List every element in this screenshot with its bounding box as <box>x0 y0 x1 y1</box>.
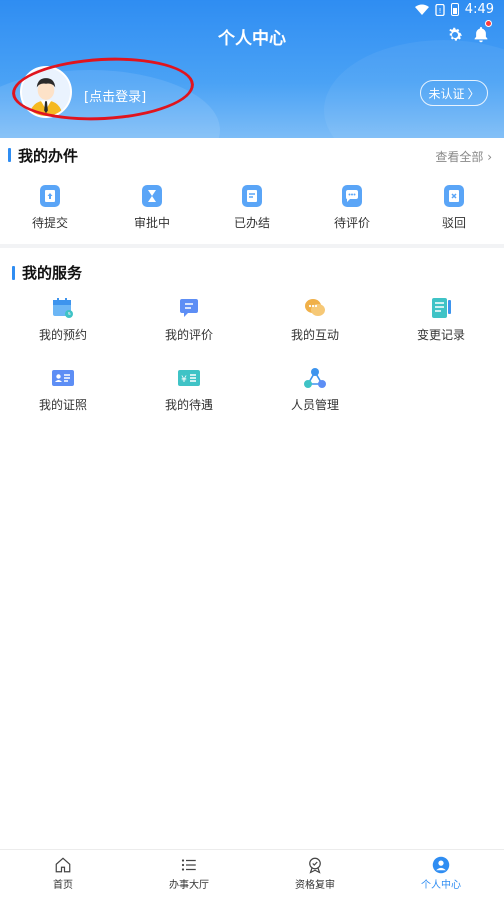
reject-doc-icon <box>442 184 466 208</box>
benefit-icon: ¥ <box>177 366 201 390</box>
status-bar: ! 4:49 <box>0 0 504 20</box>
page-title: 个人中心 <box>218 29 286 49</box>
status-time: 4:49 <box>464 2 494 17</box>
bell-icon[interactable] <box>472 25 490 44</box>
list-icon <box>181 859 196 871</box>
notification-dot <box>485 20 492 27</box>
affair-item-in-review[interactable]: 审批中 <box>128 184 176 231</box>
people-network-icon <box>303 366 327 390</box>
chevron-right-icon: 〉 <box>467 86 480 101</box>
nav-profile[interactable]: 个人中心 <box>378 850 504 897</box>
wifi-icon <box>414 4 429 15</box>
nav-qualification-review[interactable]: 资格复审 <box>252 850 378 897</box>
calendar-icon <box>51 296 75 320</box>
affair-label: 审批中 <box>133 216 170 230</box>
home-icon <box>55 857 71 873</box>
nav-label: 首页 <box>53 880 73 891</box>
affair-item-rejected[interactable]: 驳回 <box>430 184 478 231</box>
service-label: 我的预约 <box>38 328 87 342</box>
verify-button[interactable]: 未认证 〉 <box>420 80 488 106</box>
record-icon <box>429 296 453 320</box>
nav-label: 资格复审 <box>295 880 335 891</box>
affair-label: 已办结 <box>233 216 270 230</box>
battery-icon <box>450 3 459 16</box>
affair-item-pending-review[interactable]: 待评价 <box>328 184 376 231</box>
verify-label: 未认证 <box>428 86 465 101</box>
user-icon <box>432 856 450 874</box>
nav-label: 个人中心 <box>421 880 461 891</box>
service-label: 我的评价 <box>164 328 213 342</box>
service-item-appointments[interactable]: 我的预约 <box>34 296 92 343</box>
bottom-nav: 首页 办事大厅 资格复审 个人中心 <box>0 849 504 897</box>
section-title-services: 我的服务 <box>22 264 83 282</box>
chevron-right-icon: › <box>487 150 492 164</box>
service-label: 我的待遇 <box>164 398 213 412</box>
service-item-personnel[interactable]: 人员管理 <box>286 366 344 413</box>
service-label: 我的证照 <box>38 398 87 412</box>
service-item-change-records[interactable]: 变更记录 <box>412 296 470 343</box>
service-item-licenses[interactable]: 我的证照 <box>34 366 92 413</box>
service-item-benefits[interactable]: ¥ 我的待遇 <box>160 366 218 413</box>
nav-service-hall[interactable]: 办事大厅 <box>126 850 252 897</box>
view-all-label: 查看全部 <box>435 150 484 164</box>
affair-label: 待提交 <box>31 216 68 230</box>
section-accent-bar <box>12 266 15 280</box>
nav-label: 办事大厅 <box>169 880 209 891</box>
service-label: 我的互动 <box>290 328 339 342</box>
section-title-affairs: 我的办件 <box>18 147 79 165</box>
id-card-icon <box>51 366 75 390</box>
service-item-interactions[interactable]: 我的互动 <box>286 296 344 343</box>
done-doc-icon <box>240 184 264 208</box>
affair-label: 待评价 <box>333 216 370 230</box>
comment-icon <box>177 296 201 320</box>
service-label: 人员管理 <box>290 398 339 412</box>
view-all-link[interactable]: 查看全部 › <box>435 148 492 165</box>
gear-icon[interactable] <box>446 26 464 44</box>
interaction-icon <box>303 296 327 320</box>
svg-text:¥: ¥ <box>181 375 187 385</box>
svg-text:!: ! <box>438 7 441 15</box>
section-divider <box>0 244 504 248</box>
nav-home[interactable]: 首页 <box>0 850 126 897</box>
chat-icon <box>340 184 364 208</box>
upload-doc-icon <box>38 184 62 208</box>
affair-item-pending-submit[interactable]: 待提交 <box>26 184 74 231</box>
affair-label: 驳回 <box>441 216 466 230</box>
service-item-reviews[interactable]: 我的评价 <box>160 296 218 343</box>
section-accent-bar <box>8 148 11 162</box>
badge-icon <box>309 857 321 874</box>
affair-item-completed[interactable]: 已办结 <box>228 184 276 231</box>
service-label: 变更记录 <box>416 328 465 342</box>
hourglass-icon <box>140 184 164 208</box>
sim-icon: ! <box>435 3 445 16</box>
